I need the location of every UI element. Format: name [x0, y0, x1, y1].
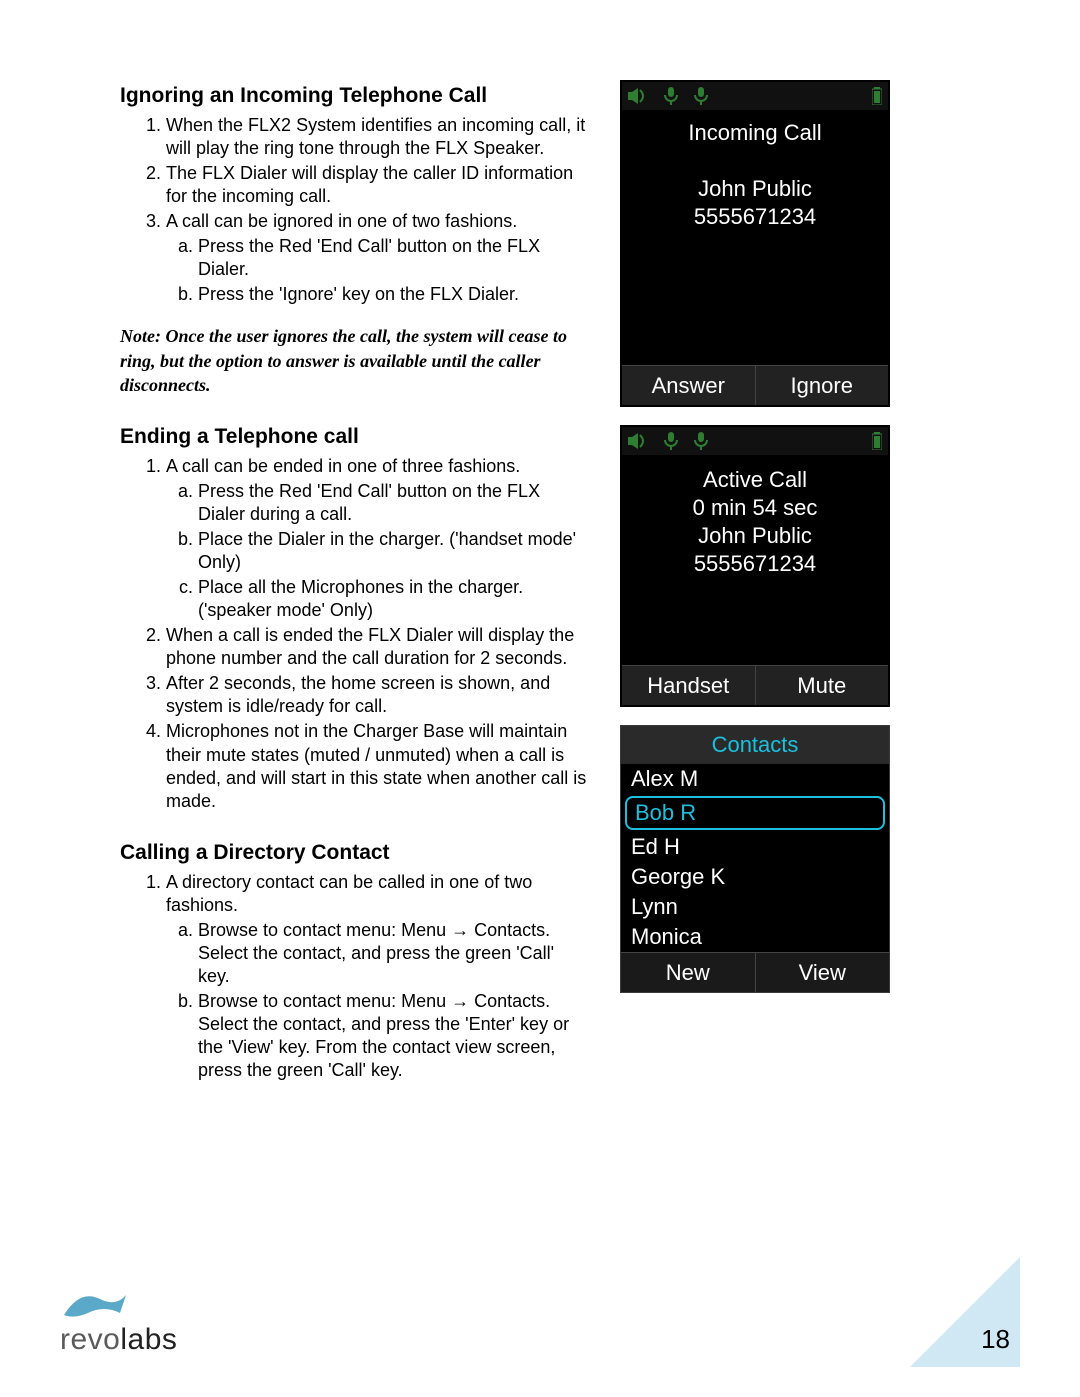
phone-body: Active Call 0 min 54 sec John Public 555… [622, 455, 888, 665]
softkey-ignore[interactable]: Ignore [755, 366, 889, 405]
contact-item[interactable]: Lynn [621, 892, 889, 922]
note-text: Note: Once the user ignores the call, th… [120, 324, 590, 397]
softkey-mute[interactable]: Mute [755, 666, 889, 705]
softkey-view[interactable]: View [755, 953, 890, 992]
caller-number: 5555671234 [622, 551, 888, 577]
list-item: A call can be ended in one of three fash… [166, 455, 590, 622]
brand-part-b: labs [120, 1323, 177, 1356]
list-sub-item: Place the Dialer in the charger. ('hands… [198, 528, 590, 574]
mic-icon [694, 87, 708, 105]
list-item: When a call is ended the FLX Dialer will… [166, 624, 590, 670]
main-text-column: Ignoring an Incoming Telephone Call When… [120, 80, 590, 1084]
phone-screen-incoming: Incoming Call John Public 5555671234 Ans… [620, 80, 890, 407]
softkey-new[interactable]: New [621, 953, 755, 992]
section-ending: Ending a Telephone call A call can be en… [120, 425, 590, 812]
section-calling: Calling a Directory Contact A directory … [120, 841, 590, 1082]
heading-calling: Calling a Directory Contact [120, 841, 590, 865]
status-bar [622, 82, 888, 110]
softkey-row: Answer Ignore [622, 365, 888, 405]
page-number: 18 [981, 1324, 1010, 1355]
section-ignoring: Ignoring an Incoming Telephone Call When… [120, 84, 590, 397]
mic-icon [664, 87, 678, 105]
flag-icon [60, 1285, 130, 1323]
contact-item[interactable]: Bob R [625, 796, 885, 830]
list-item-text: A directory contact can be called in one… [166, 872, 532, 915]
call-status-label: Incoming Call [622, 120, 888, 146]
contact-item[interactable]: Monica [621, 922, 889, 952]
screenshots-column: Incoming Call John Public 5555671234 Ans… [620, 80, 900, 1084]
phone-screen-active: Active Call 0 min 54 sec John Public 555… [620, 425, 890, 707]
battery-icon [872, 87, 882, 105]
list-item: After 2 seconds, the home screen is show… [166, 672, 590, 718]
caller-name: John Public [622, 523, 888, 549]
caller-number: 5555671234 [622, 204, 888, 230]
heading-ignoring: Ignoring an Incoming Telephone Call [120, 84, 590, 108]
contact-item[interactable]: George K [621, 862, 889, 892]
contacts-title: Contacts [621, 726, 889, 764]
softkey-answer[interactable]: Answer [622, 366, 755, 405]
list-item: Microphones not in the Charger Base will… [166, 720, 590, 812]
softkey-row: Handset Mute [622, 665, 888, 705]
list-item: When the FLX2 System identifies an incom… [166, 114, 590, 160]
speaker-icon [628, 433, 648, 449]
list-sub-item: Browse to contact menu: Menu → Contacts.… [198, 990, 590, 1082]
contacts-list[interactable]: Alex MBob REd HGeorge KLynnMonica [621, 764, 889, 952]
page-footer: revolabs 18 [60, 1247, 1020, 1367]
contact-item[interactable]: Ed H [621, 832, 889, 862]
phone-body: Incoming Call John Public 5555671234 [622, 110, 888, 365]
mic-icon [664, 432, 678, 450]
list-sub-item: Browse to contact menu: Menu → Contacts.… [198, 919, 590, 988]
list-sub-item: Press the Red 'End Call' button on the F… [198, 480, 590, 526]
status-bar [622, 427, 888, 455]
list-sub-item: Place all the Microphones in the charger… [198, 576, 590, 622]
softkey-row: New View [621, 952, 889, 992]
heading-ending: Ending a Telephone call [120, 425, 590, 449]
softkey-handset[interactable]: Handset [622, 666, 755, 705]
brand-text: revolabs [60, 1323, 177, 1357]
brand-part-a: revo [60, 1323, 120, 1356]
caller-name: John Public [622, 176, 888, 202]
call-duration: 0 min 54 sec [622, 495, 888, 521]
list-item: A directory contact can be called in one… [166, 871, 590, 1082]
list-item-text: A call can be ignored in one of two fash… [166, 211, 517, 231]
battery-icon [872, 432, 882, 450]
mic-icon [694, 432, 708, 450]
contact-item[interactable]: Alex M [621, 764, 889, 794]
list-sub-item: Press the 'Ignore' key on the FLX Dialer… [198, 283, 590, 306]
phone-screen-contacts: Contacts Alex MBob REd HGeorge KLynnMoni… [620, 725, 890, 993]
speaker-icon [628, 88, 648, 104]
list-sub-item: Press the Red 'End Call' button on the F… [198, 235, 590, 281]
call-status-label: Active Call [622, 467, 888, 493]
brand-logo: revolabs [60, 1285, 177, 1357]
list-item: The FLX Dialer will display the caller I… [166, 162, 590, 208]
list-item: A call can be ignored in one of two fash… [166, 210, 590, 306]
list-item-text: A call can be ended in one of three fash… [166, 456, 520, 476]
